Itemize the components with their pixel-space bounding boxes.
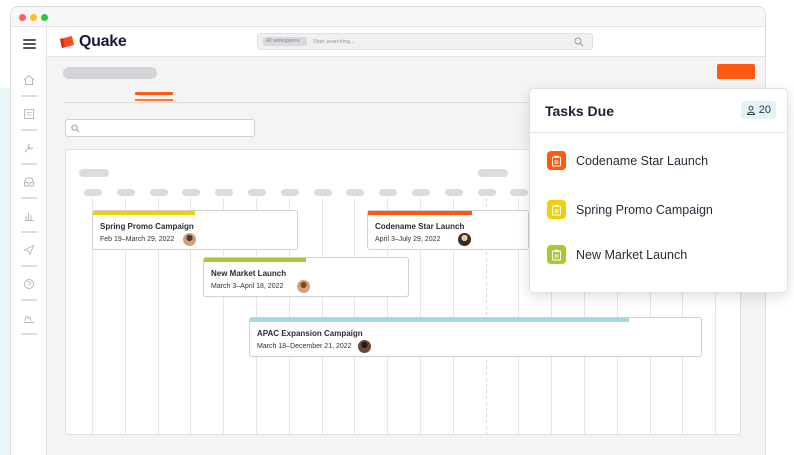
task-progress-bar <box>204 258 306 262</box>
gantt-date-label-placeholder <box>379 189 398 196</box>
avatar[interactable] <box>297 280 311 293</box>
clipboard-icon <box>547 245 566 264</box>
tasks-due-count: 20 <box>758 104 771 116</box>
gantt-date-label-placeholder <box>84 189 102 196</box>
panel-divider <box>530 132 787 133</box>
tasks-due-count-badge[interactable]: 20 <box>740 101 776 119</box>
search-placeholder: Start searching... <box>313 38 355 45</box>
close-window-button[interactable] <box>19 14 26 21</box>
avatar[interactable] <box>457 233 471 246</box>
sidebar <box>11 27 47 455</box>
tasks-due-item-label: New Market Launch <box>576 247 688 262</box>
gantt-date-label-placeholder <box>116 189 135 196</box>
gantt-date-label-placeholder <box>346 189 365 196</box>
task-dates: April 3–July 29, 2022 <box>375 236 441 243</box>
gantt-date-label-placeholder <box>182 189 201 196</box>
task-name: New Market Launch <box>211 269 287 278</box>
tasks-due-item-label: Codename Star Launch <box>576 153 709 168</box>
gantt-task-bar[interactable]: Codename Star Launch April 3–July 29, 202… <box>367 210 529 250</box>
signature-icon[interactable] <box>21 311 37 337</box>
logo-text: Quake <box>79 33 127 50</box>
task-progress-bar <box>93 211 195 215</box>
tasks-due-item[interactable]: Codename Star Launch <box>547 151 708 170</box>
gantt-search-input[interactable] <box>65 119 255 137</box>
tasks-due-item[interactable]: Spring Promo Campaign <box>547 200 713 219</box>
menu-icon[interactable] <box>23 39 36 51</box>
chart-icon[interactable] <box>21 209 37 235</box>
minimize-window-button[interactable] <box>30 14 37 21</box>
task-dates: March 18–December 21, 2022 <box>257 343 352 350</box>
gantt-date-label-placeholder <box>313 189 332 196</box>
gantt-date-label-placeholder <box>510 189 529 196</box>
search-scope-chip[interactable]: All workspaces <box>263 37 307 46</box>
gantt-grid-line <box>354 198 356 434</box>
page-title-placeholder <box>63 67 157 79</box>
task-progress-bar <box>368 211 472 215</box>
task-dates: Feb 19–March 29, 2022 <box>100 236 175 243</box>
home-icon[interactable] <box>21 73 37 99</box>
tools-icon[interactable] <box>21 141 37 167</box>
primary-action-button[interactable] <box>717 64 755 79</box>
tasks-due-title: Tasks Due <box>545 103 614 119</box>
inbox-icon[interactable] <box>21 175 37 201</box>
global-search[interactable]: All workspaces Start searching... <box>257 33 593 50</box>
tasks-due-panel: Tasks Due 20 Codename Star Launch Spring … <box>529 88 788 293</box>
gantt-task-bar[interactable]: New Market Launch March 3–April 18, 2022 <box>203 257 409 297</box>
support-icon[interactable] <box>21 277 37 303</box>
logo[interactable]: Quake <box>59 33 127 51</box>
window-titlebar <box>11 7 765 27</box>
avatar[interactable] <box>357 340 371 353</box>
dashboard-icon[interactable] <box>21 107 37 133</box>
task-dates: March 3–April 18, 2022 <box>211 283 284 290</box>
task-name: APAC Expansion Campaign <box>257 329 363 338</box>
gantt-date-label-placeholder <box>280 189 299 196</box>
task-progress-bar <box>250 318 629 322</box>
app-header: Quake All workspaces Start searching... <box>47 27 765 57</box>
gantt-date-label-placeholder <box>477 189 496 196</box>
search-icon[interactable] <box>574 37 584 47</box>
gantt-grid-line <box>321 198 323 434</box>
tasks-due-item-label: Spring Promo Campaign <box>576 202 713 217</box>
task-name: Codename Star Launch <box>375 222 465 231</box>
task-name: Spring Promo Campaign <box>100 222 194 231</box>
gantt-date-label-placeholder <box>215 189 234 196</box>
gantt-date-label-placeholder <box>149 189 168 196</box>
user-icon <box>746 105 755 115</box>
avatar[interactable] <box>182 233 196 246</box>
gantt-header-placeholder <box>79 169 109 177</box>
quake-logo-icon <box>60 36 74 48</box>
gantt-task-bar[interactable]: Spring Promo Campaign Feb 19–March 29, 20… <box>92 210 298 250</box>
send-icon[interactable] <box>21 243 37 269</box>
clipboard-icon <box>547 151 566 170</box>
gantt-date-label-placeholder <box>444 189 463 196</box>
gantt-task-bar[interactable]: APAC Expansion Campaign March 18–December… <box>249 317 702 357</box>
active-tab-indicator[interactable] <box>135 92 173 95</box>
gantt-date-label-placeholder <box>412 189 430 196</box>
tasks-due-item[interactable]: New Market Launch <box>547 245 687 264</box>
clipboard-icon <box>547 200 566 219</box>
maximize-window-button[interactable] <box>41 14 48 21</box>
gantt-header-placeholder <box>478 169 508 177</box>
search-icon <box>71 124 80 133</box>
active-tab-underline <box>135 99 173 101</box>
gantt-date-label-placeholder <box>248 189 266 196</box>
